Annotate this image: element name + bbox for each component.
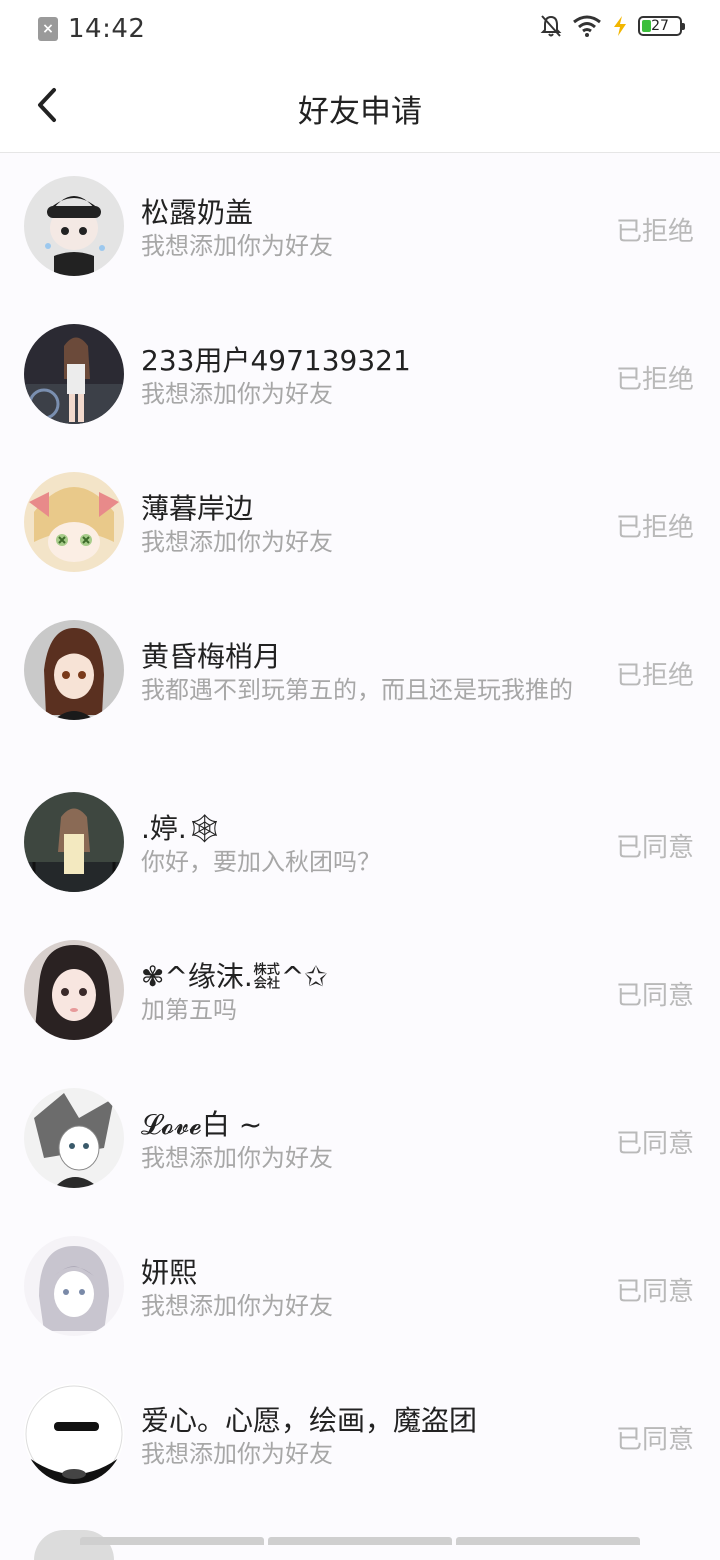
avatar[interactable]	[24, 324, 124, 424]
request-row[interactable]: 妍熙 我想添加你为好友 已同意	[0, 1213, 720, 1361]
request-row[interactable]: 黄昏梅梢月 我都遇不到玩第五的，而且还是玩我推的 已拒绝	[0, 597, 720, 769]
mute-bell-icon	[540, 15, 562, 37]
avatar[interactable]	[24, 472, 124, 572]
avatar[interactable]	[24, 176, 124, 276]
notification-icon: ×	[38, 17, 58, 41]
request-message: 你好，要加入秋团吗？	[141, 848, 381, 876]
requester-name: ✾^缘沫.㍿^✩	[141, 960, 328, 993]
request-row[interactable]: ✾^缘沫.㍿^✩ 加第五吗 已同意	[0, 917, 720, 1065]
request-status: 已拒绝	[615, 513, 694, 543]
status-time: 14:42	[68, 14, 146, 44]
avatar[interactable]	[24, 940, 124, 1040]
avatar[interactable]	[24, 1088, 124, 1188]
request-row[interactable]: 爱心。心愿，绘画，魔盗团 我想添加你为好友 已同意	[0, 1361, 720, 1509]
requester-name: 爱心。心愿，绘画，魔盗团	[141, 1404, 478, 1437]
wifi-icon	[573, 15, 601, 37]
request-row[interactable]: 233用户497139321 我想添加你为好友 已拒绝	[0, 301, 720, 449]
request-row[interactable]: 𝓛𝓸𝓿𝓮白 ~ 我想添加你为好友 已同意	[0, 1065, 720, 1213]
request-message: 我想添加你为好友	[141, 528, 333, 556]
requester-name: 妍熙	[141, 1256, 198, 1289]
friend-request-list: 松露奶盖 我想添加你为好友 已拒绝 233用户497139321 我想添加你为好…	[0, 153, 720, 1509]
avatar[interactable]	[24, 620, 124, 720]
charging-icon	[614, 16, 626, 36]
requester-name: 233用户497139321	[141, 344, 411, 377]
request-message: 我都遇不到玩第五的，而且还是玩我推的	[141, 676, 573, 704]
requester-name: 薄暮岸边	[141, 492, 254, 525]
requester-name: 黄昏梅梢月	[141, 640, 282, 673]
avatar[interactable]	[24, 792, 124, 892]
battery-icon: 27	[638, 16, 685, 36]
requester-name: .婷.🕸	[141, 812, 223, 845]
request-status: 已同意	[615, 1129, 694, 1159]
request-status: 已同意	[615, 1425, 694, 1455]
request-row[interactable]: .婷.🕸 你好，要加入秋团吗？ 已同意	[0, 769, 720, 917]
request-message: 我想添加你为好友	[141, 232, 333, 260]
avatar[interactable]	[24, 1236, 124, 1336]
page-title: 好友申请	[298, 94, 422, 130]
request-row[interactable]: 松露奶盖 我想添加你为好友 已拒绝	[0, 153, 720, 301]
avatar	[34, 1530, 114, 1560]
request-message: 我想添加你为好友	[141, 1440, 333, 1468]
avatar[interactable]	[24, 1384, 124, 1484]
request-row[interactable]: 薄暮岸边 我想添加你为好友 已拒绝	[0, 449, 720, 597]
request-message: 加第五吗	[141, 996, 237, 1024]
request-message: 我想添加你为好友	[141, 1144, 333, 1172]
request-status: 已同意	[615, 1277, 694, 1307]
request-status: 已拒绝	[615, 365, 694, 395]
request-status: 已拒绝	[615, 661, 694, 691]
requester-name: 松露奶盖	[141, 196, 254, 229]
request-message: 我想添加你为好友	[141, 1292, 333, 1320]
requester-name: 𝓛𝓸𝓿𝓮白 ~	[141, 1108, 263, 1141]
request-status: 已同意	[615, 981, 694, 1011]
battery-level: 27	[651, 18, 669, 34]
status-bar: × 14:42 27	[0, 0, 720, 58]
app-header: 好友申请	[0, 58, 720, 153]
request-message: 我想添加你为好友	[141, 380, 333, 408]
request-status: 已同意	[615, 833, 694, 863]
request-status: 已拒绝	[615, 217, 694, 247]
